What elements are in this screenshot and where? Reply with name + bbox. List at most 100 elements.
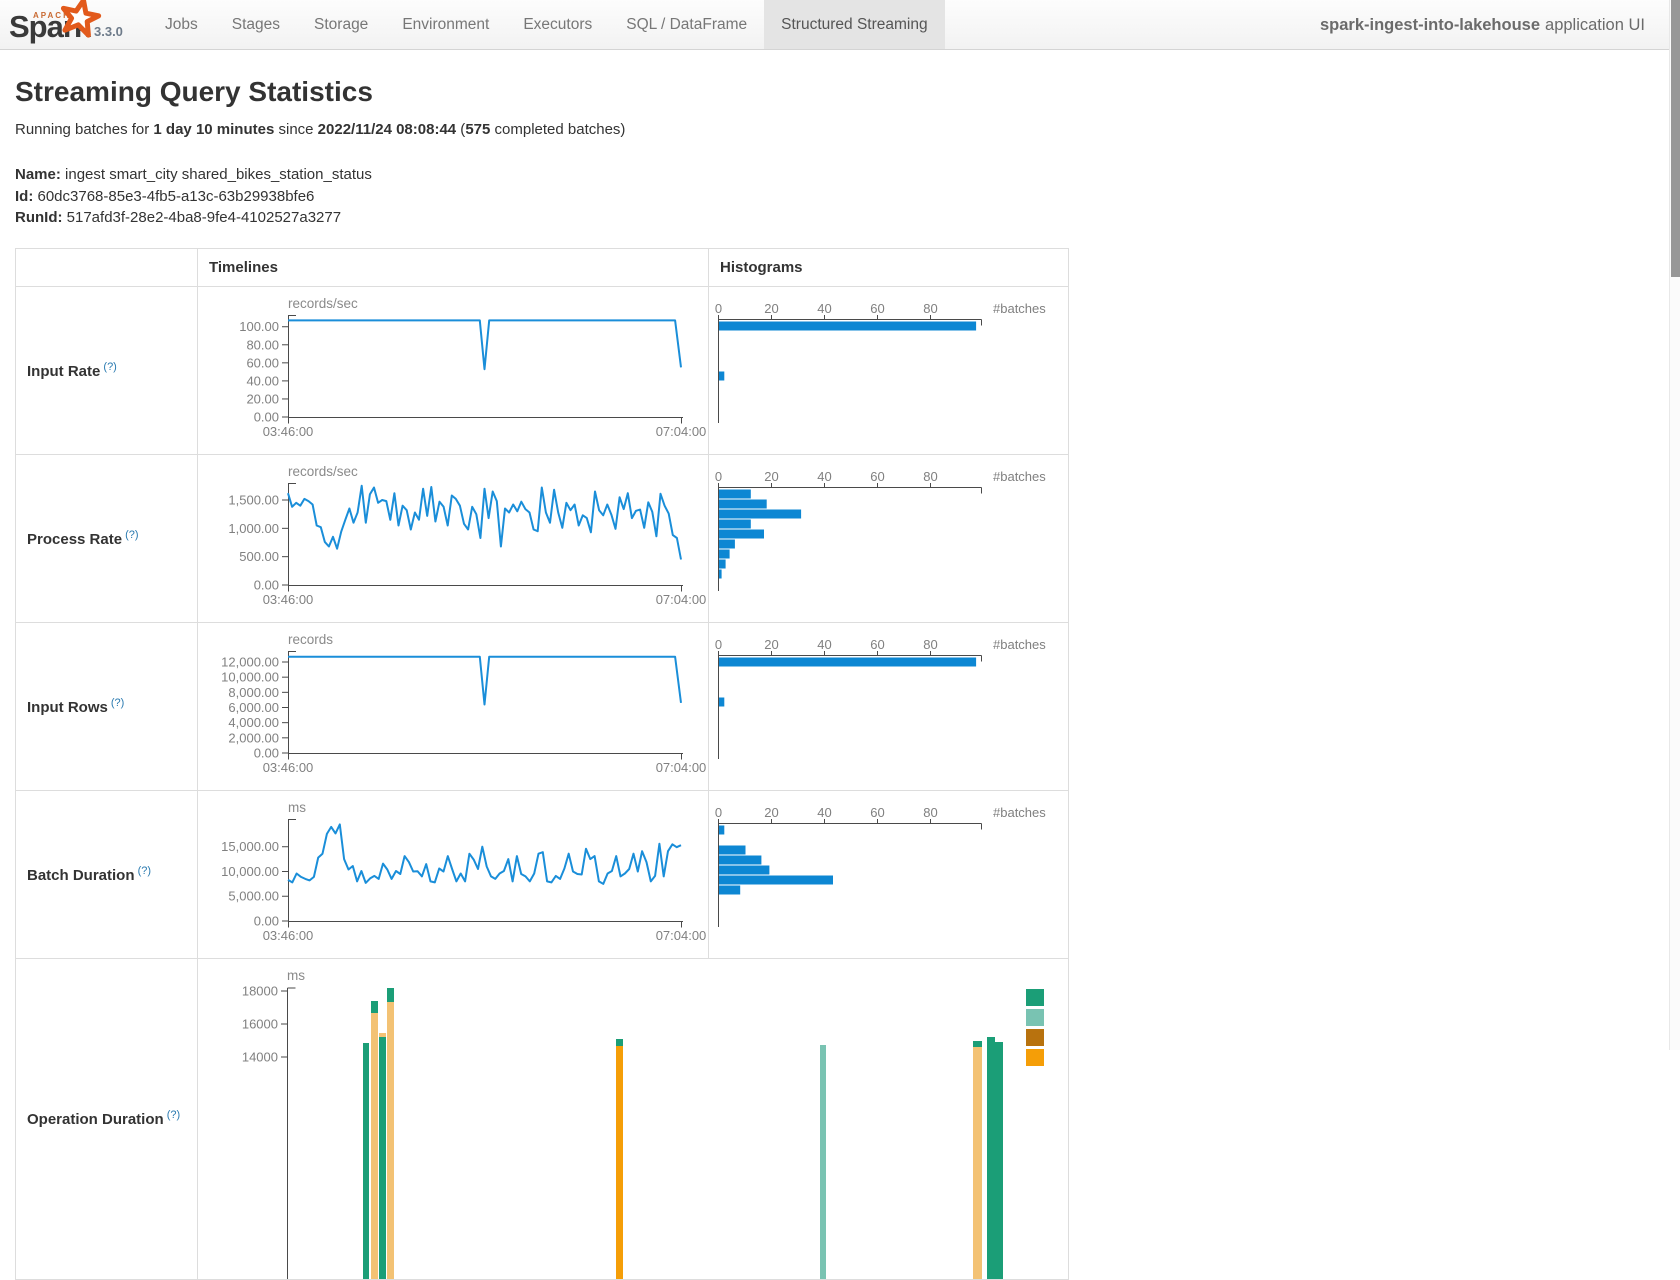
svg-text:16000: 16000 [242, 1016, 278, 1031]
tab-environment[interactable]: Environment [385, 0, 506, 49]
top-navbar: Spark APACHE 3.3.0 JobsStagesStorageEnvi… [0, 0, 1669, 50]
svg-text:14000: 14000 [242, 1049, 278, 1064]
svg-text:40: 40 [817, 301, 831, 316]
svg-text:2,000.00: 2,000.00 [228, 730, 279, 745]
tab-executors[interactable]: Executors [506, 0, 609, 49]
application-title-suffix: application UI [1545, 16, 1645, 35]
query-runid-line: RunId: 517afd3f-28e2-4ba8-9fe4-4102527a3… [15, 207, 1680, 229]
timeline-line-chart: records/sec1,500.001,000.00500.000.0003:… [198, 455, 708, 622]
svg-text:03:46:00: 03:46:00 [263, 592, 314, 607]
query-name-line: Name: ingest smart_city shared_bikes_sta… [15, 164, 1680, 186]
svg-text:4,000.00: 4,000.00 [228, 715, 279, 730]
row-label-text: Input Rate [27, 363, 100, 380]
svg-text:60: 60 [870, 301, 884, 316]
nav-tabs: JobsStagesStorageEnvironmentExecutorsSQL… [148, 0, 945, 49]
stats-row-process-rate: Process Rate (?)records/sec1,500.001,000… [16, 454, 1069, 622]
help-tooltip-icon[interactable]: (?) [135, 865, 152, 877]
svg-text:#batches: #batches [993, 301, 1046, 316]
tab-storage[interactable]: Storage [297, 0, 385, 49]
svg-text:1,500.00: 1,500.00 [228, 492, 279, 507]
svg-text:0: 0 [715, 805, 722, 820]
row-label-process-rate: Process Rate (?) [16, 454, 198, 622]
svg-text:80.00: 80.00 [246, 337, 279, 352]
svg-text:60: 60 [870, 469, 884, 484]
svg-text:18000: 18000 [242, 983, 278, 998]
svg-text:80: 80 [923, 805, 937, 820]
svg-text:80: 80 [923, 469, 937, 484]
svg-text:records/sec: records/sec [288, 464, 358, 479]
histogram-chart: 020406080#batches [709, 287, 1068, 454]
legend-swatch-light_teal [1026, 1009, 1044, 1026]
histogram-cell-process-rate: 020406080#batches [709, 454, 1069, 622]
page-content: Streaming Query Statistics Running batch… [0, 76, 1680, 1280]
spark-version: 3.3.0 [94, 24, 123, 39]
row-label-text: Operation Duration [27, 1111, 164, 1128]
application-title: spark-ingest-into-lakehouse application … [1320, 0, 1645, 50]
svg-text:0.00: 0.00 [254, 913, 279, 928]
svg-text:0: 0 [715, 469, 722, 484]
svg-text:60: 60 [870, 637, 884, 652]
help-tooltip-icon[interactable]: (?) [100, 361, 117, 373]
row-label-batch-duration: Batch Duration (?) [16, 790, 198, 958]
operation-duration-cell: ms180001600014000 [198, 958, 1069, 1279]
stats-row-input-rows: Input Rows (?)records12,000.0010,000.008… [16, 622, 1069, 790]
tab-sql-dataframe[interactable]: SQL / DataFrame [609, 0, 764, 49]
spark-logo: Spark APACHE 3.3.0 [0, 0, 148, 49]
query-metadata: Name: ingest smart_city shared_bikes_sta… [15, 164, 1680, 229]
running-duration: 1 day 10 minutes [153, 121, 274, 138]
histogram-chart: 020406080#batches [709, 791, 1068, 958]
operation-duration-chart: ms180001600014000 [198, 959, 1058, 1279]
timeline-cell-batch-duration: ms15,000.0010,000.005,000.000.0003:46:00… [198, 790, 709, 958]
timeline-line-chart: records/sec100.0080.0060.0040.0020.000.0… [198, 287, 708, 454]
svg-text:20: 20 [764, 637, 778, 652]
svg-text:07:04:00: 07:04:00 [656, 592, 707, 607]
help-tooltip-icon[interactable]: (?) [164, 1109, 181, 1121]
query-id-line: Id: 60dc3768-85e3-4fb5-a13c-63b29938bfe6 [15, 186, 1680, 208]
help-tooltip-icon[interactable]: (?) [108, 697, 125, 709]
start-timestamp: 2022/11/24 08:08:44 [318, 121, 456, 138]
svg-text:80: 80 [923, 637, 937, 652]
svg-text:#batches: #batches [993, 469, 1046, 484]
svg-text:5,000.00: 5,000.00 [228, 888, 279, 903]
svg-text:20: 20 [764, 469, 778, 484]
histogram-cell-batch-duration: 020406080#batches [709, 790, 1069, 958]
help-tooltip-icon[interactable]: (?) [122, 529, 139, 541]
svg-text:07:04:00: 07:04:00 [656, 424, 707, 439]
svg-text:80: 80 [923, 301, 937, 316]
table-header-row: Timelines Histograms [16, 248, 1069, 286]
histogram-cell-input-rows: 020406080#batches [709, 622, 1069, 790]
svg-text:03:46:00: 03:46:00 [263, 424, 314, 439]
svg-text:0: 0 [715, 301, 722, 316]
histogram-chart: 020406080#batches [709, 455, 1068, 622]
svg-text:10,000.00: 10,000.00 [221, 863, 279, 878]
batches-open-paren: ( [456, 121, 465, 138]
timeline-line-chart: ms15,000.0010,000.005,000.000.0003:46:00… [198, 791, 708, 958]
tab-jobs[interactable]: Jobs [148, 0, 215, 49]
svg-text:20: 20 [764, 805, 778, 820]
svg-text:records/sec: records/sec [288, 296, 358, 311]
svg-text:#batches: #batches [993, 637, 1046, 652]
tab-structured-streaming[interactable]: Structured Streaming [764, 0, 944, 49]
svg-text:40.00: 40.00 [246, 373, 279, 388]
statistics-table: Timelines Histograms Input Rate (?) recor… [15, 248, 1069, 1280]
id-label: Id: [15, 188, 33, 205]
name-label: Name: [15, 166, 61, 183]
svg-text:15,000.00: 15,000.00 [221, 839, 279, 854]
svg-text:8,000.00: 8,000.00 [228, 684, 279, 699]
page-scrollbar [1669, 0, 1680, 1050]
svg-text:20.00: 20.00 [246, 391, 279, 406]
scrollbar-thumb[interactable] [1671, 0, 1680, 277]
id-value: 60dc3768-85e3-4fb5-a13c-63b29938bfe6 [33, 188, 314, 205]
svg-text:07:04:00: 07:04:00 [656, 928, 707, 943]
svg-text:500.00: 500.00 [239, 549, 279, 564]
row-label-input-rate: Input Rate (?) [16, 286, 198, 454]
svg-text:#batches: #batches [993, 805, 1046, 820]
svg-text:records: records [288, 632, 333, 647]
svg-text:40: 40 [817, 805, 831, 820]
svg-text:0: 0 [715, 637, 722, 652]
row-label-text: Process Rate [27, 531, 122, 548]
tab-stages[interactable]: Stages [215, 0, 297, 49]
stats-row-batch-duration: Batch Duration (?)ms15,000.0010,000.005,… [16, 790, 1069, 958]
batches-close-paren: completed batches) [490, 121, 625, 138]
timeline-cell-process-rate: records/sec1,500.001,000.00500.000.0003:… [198, 454, 709, 622]
